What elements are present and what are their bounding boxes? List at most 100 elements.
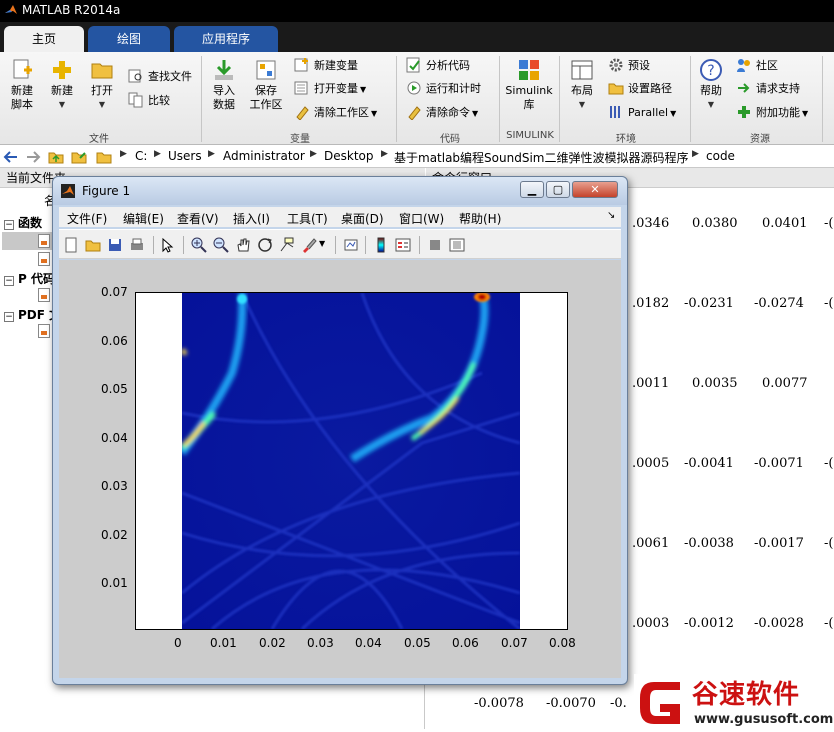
clear-workspace-button[interactable]: 清除工作区 ▼ xyxy=(294,104,377,122)
zoom-out-icon[interactable] xyxy=(213,237,229,253)
print-icon[interactable] xyxy=(129,237,145,253)
data-cursor-icon[interactable] xyxy=(279,237,295,253)
add-ons-button[interactable]: 附加功能 ▼ xyxy=(736,104,808,122)
figure-menu-bar: 文件(F) 编辑(E) 查看(V) 插入(I) 工具(T) 桌面(D) 窗口(W… xyxy=(59,207,621,227)
x-tick-label: 0.05 xyxy=(404,636,431,650)
maximize-button[interactable]: ▢ xyxy=(546,181,570,198)
colorbar-icon[interactable] xyxy=(373,237,389,253)
simulink-label: Simulink 库 xyxy=(505,84,553,111)
new-figure-icon[interactable] xyxy=(63,237,79,253)
close-button[interactable]: ✕ xyxy=(572,181,618,198)
output-value: -( xyxy=(824,216,834,231)
output-value: -0.0078 xyxy=(474,696,524,711)
figure-window[interactable]: Figure 1 ▁ ▢ ✕ 文件(F) 编辑(E) 查看(V) 插入(I) 工… xyxy=(52,176,628,685)
rotate-3d-icon[interactable] xyxy=(257,237,273,253)
request-support-button[interactable]: 请求支持 xyxy=(736,80,800,98)
pan-hand-icon[interactable] xyxy=(235,237,251,253)
set-path-button[interactable]: 设置路径 xyxy=(608,80,672,98)
hide-plot-tools-icon[interactable] xyxy=(427,237,443,253)
tab-plots[interactable]: 绘图 xyxy=(88,26,170,52)
figure-title-bar[interactable]: Figure 1 ▁ ▢ ✕ xyxy=(53,177,627,205)
collapse-toggle-icon[interactable]: − xyxy=(4,220,14,230)
simulink-library-button[interactable]: Simulink 库 xyxy=(503,58,555,112)
x-tick-label: 0.07 xyxy=(501,636,528,650)
new-variable-button[interactable]: 新建变量 xyxy=(294,57,358,75)
minimize-button[interactable]: ▁ xyxy=(520,181,544,198)
link-plot-icon[interactable] xyxy=(343,237,359,253)
x-tick-label: 0.04 xyxy=(355,636,382,650)
output-value: 0.0035 xyxy=(692,376,738,391)
tree-section-p-code[interactable]: − P 代码 xyxy=(4,270,55,287)
x-tick-label: 0 xyxy=(174,636,182,650)
legend-icon[interactable] xyxy=(395,237,411,253)
find-files-label: 查找文件 xyxy=(148,70,192,83)
menu-insert[interactable]: 插入(I) xyxy=(233,210,270,227)
analyze-code-icon xyxy=(406,57,420,73)
group-label-environment: 环境 xyxy=(616,134,636,145)
run-and-time-button[interactable]: 运行和计时 xyxy=(406,80,481,98)
group-label-variable: 变量 xyxy=(290,134,310,145)
x-tick-label: 0.01 xyxy=(210,636,237,650)
simulink-icon xyxy=(519,60,539,80)
back-arrow-icon[interactable] xyxy=(3,149,19,165)
breadcrumb-item[interactable]: code xyxy=(706,149,735,163)
arrow-select-icon[interactable] xyxy=(159,237,175,253)
axes[interactable] xyxy=(135,292,568,630)
new-script-button[interactable]: 新建 脚本 xyxy=(4,58,40,112)
up-folder-icon[interactable] xyxy=(48,149,64,165)
preferences-button[interactable]: 预设 xyxy=(608,57,650,75)
layout-button[interactable]: 布局 ▼ xyxy=(564,58,600,112)
chevron-down-icon[interactable]: ▼ xyxy=(319,239,325,248)
matlab-logo-icon xyxy=(61,184,75,198)
brush-icon[interactable] xyxy=(301,237,317,253)
output-value: -( xyxy=(824,296,834,311)
parallel-button[interactable]: Parallel ▼ xyxy=(608,104,676,122)
menu-window[interactable]: 窗口(W) xyxy=(399,210,444,227)
breadcrumb-item[interactable]: Administrator xyxy=(223,149,305,163)
open-variable-button[interactable]: 打开变量 ▼ xyxy=(294,80,366,98)
y-tick-label: 0.01 xyxy=(101,576,128,590)
run-and-time-icon xyxy=(407,81,421,95)
tab-apps[interactable]: 应用程序 xyxy=(174,26,278,52)
breadcrumb-item[interactable]: Desktop xyxy=(324,149,374,163)
new-button[interactable]: 新建 ▼ xyxy=(44,58,80,112)
ribbon-tab-strip: 主页 绘图 应用程序 xyxy=(0,22,834,52)
open-button[interactable]: 打开 ▼ xyxy=(84,58,120,112)
zoom-in-icon[interactable] xyxy=(191,237,207,253)
watermark-logo: 谷速软件 www.gususoft.com xyxy=(634,674,834,729)
save-workspace-button[interactable]: 保存 工作区 xyxy=(246,58,286,112)
analyze-code-button[interactable]: 分析代码 xyxy=(406,57,470,75)
help-button[interactable]: ? 帮助 ▼ xyxy=(694,58,728,112)
title-bar: MATLAB R2014a xyxy=(0,0,834,22)
menu-help[interactable]: 帮助(H) xyxy=(459,210,501,227)
breadcrumb-item[interactable]: Users xyxy=(168,149,202,163)
compare-button[interactable]: 比较 xyxy=(128,92,170,110)
breadcrumb-item[interactable]: 基于matlab编程SoundSim二维弹性波模拟器源码程序 xyxy=(394,149,688,166)
open-file-icon[interactable] xyxy=(85,237,101,253)
tab-home[interactable]: 主页 xyxy=(4,26,84,52)
breadcrumb-item[interactable]: C: xyxy=(135,149,147,163)
output-value: .0005 xyxy=(632,456,670,471)
clear-commands-button[interactable]: 清除命令 ▼ xyxy=(406,104,478,122)
find-files-button[interactable]: 查找文件 xyxy=(128,68,192,86)
set-path-label: 设置路径 xyxy=(628,82,672,95)
save-icon[interactable] xyxy=(107,237,123,253)
breadcrumb-separator-icon: ▶ xyxy=(120,149,127,159)
run-and-time-label: 运行和计时 xyxy=(426,82,481,95)
community-button[interactable]: 社区 xyxy=(736,57,778,75)
menu-file[interactable]: 文件(F) xyxy=(67,210,107,227)
tree-section-functions[interactable]: − 函数 xyxy=(4,214,42,231)
menu-desktop[interactable]: 桌面(D) xyxy=(341,210,384,227)
figure-canvas[interactable]: 0.07 0.06 0.05 0.04 0.03 0.02 0.01 0 0.0… xyxy=(59,260,621,678)
import-data-button[interactable]: 导入 数据 xyxy=(206,58,242,112)
collapse-toggle-icon[interactable]: − xyxy=(4,312,14,322)
forward-arrow-icon[interactable] xyxy=(25,149,41,165)
browse-folder-icon[interactable] xyxy=(71,149,87,165)
menu-view[interactable]: 查看(V) xyxy=(177,210,219,227)
show-plot-tools-icon[interactable] xyxy=(449,237,465,253)
dock-arrow-icon[interactable]: ↘ xyxy=(607,210,615,221)
chevron-down-icon: ▼ xyxy=(98,100,106,109)
menu-tools[interactable]: 工具(T) xyxy=(287,210,328,227)
collapse-toggle-icon[interactable]: − xyxy=(4,276,14,286)
menu-edit[interactable]: 编辑(E) xyxy=(123,210,164,227)
